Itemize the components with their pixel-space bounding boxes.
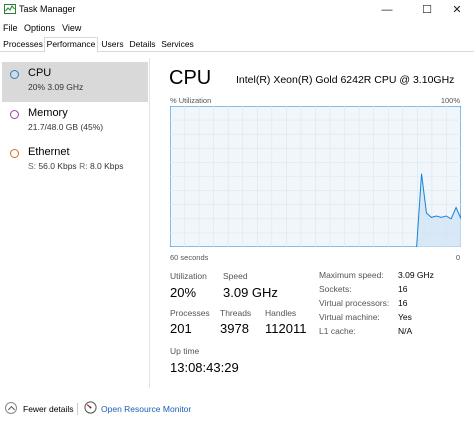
utilization-value: 20% <box>170 285 197 300</box>
menu-options[interactable]: Options <box>24 23 55 33</box>
time-axis-end-label: 0 <box>455 253 460 262</box>
l1-cache-label: L1 cache: <box>319 326 356 336</box>
cpu-model-name: Intel(R) Xeon(R) Gold 6242R CPU @ 3.10GH… <box>236 74 455 86</box>
cpu-panel: CPU Intel(R) Xeon(R) Gold 6242R CPU @ 3.… <box>160 58 470 388</box>
virtual-machine-value: Yes <box>398 312 412 322</box>
fewer-details-link[interactable]: Fewer details <box>23 404 74 414</box>
open-resource-monitor-link[interactable]: Open Resource Monitor <box>101 404 191 414</box>
tab-services[interactable]: Services <box>159 38 196 52</box>
virtual-processors-label: Virtual processors: <box>319 298 390 308</box>
sidebar-item-ethernet[interactable]: Ethernet S: 56.0 Kbps R: 8.0 Kbps <box>2 141 148 181</box>
resource-sidebar: CPU 20% 3.09 GHz Memory 21.7/48.0 GB (45… <box>0 58 150 388</box>
sidebar-item-summary: 21.7/48.0 GB (45%) <box>28 122 104 132</box>
chevron-up-icon[interactable] <box>5 402 17 414</box>
maximize-button[interactable]: ☐ <box>410 0 444 20</box>
tab-details[interactable]: Details <box>127 38 158 52</box>
sidebar-item-label: Memory <box>28 107 68 119</box>
virtual-processors-value: 16 <box>398 298 408 308</box>
receive-rate: 8.0 Kbps <box>89 161 124 171</box>
sidebar-item-summary: S: 56.0 Kbps R: 8.0 Kbps <box>28 161 124 171</box>
handles-value: 112011 <box>265 321 307 336</box>
task-manager-icon <box>4 4 16 14</box>
title-bar: Task Manager — ☐ ✕ <box>0 0 474 20</box>
tab-performance[interactable]: Performance <box>44 37 98 53</box>
menu-view[interactable]: View <box>62 23 81 33</box>
tab-users[interactable]: Users <box>99 38 126 52</box>
minimize-button[interactable]: — <box>370 0 404 20</box>
page-title: CPU <box>169 67 212 89</box>
uptime-label: Up time <box>170 346 200 356</box>
cpu-indicator-icon <box>10 70 19 79</box>
resource-monitor-icon[interactable] <box>84 401 97 414</box>
menu-bar: File Options View <box>0 20 474 36</box>
tab-strip: Processes Performance Users Details Serv… <box>0 37 474 53</box>
send-label: S: <box>28 161 37 171</box>
time-axis-start-label: 60 seconds <box>170 253 209 262</box>
cpu-utilization-graph <box>170 106 461 247</box>
processes-value: 201 <box>170 321 192 336</box>
processes-label: Processes <box>170 308 210 318</box>
window-title: Task Manager <box>19 4 76 14</box>
memory-indicator-icon <box>10 110 19 119</box>
utilization-axis-label: % Utilization <box>170 96 212 105</box>
speed-label: Speed <box>223 271 248 281</box>
receive-label: R: <box>79 161 88 171</box>
threads-label: Threads <box>220 308 252 318</box>
utilization-max-label: 100% <box>440 96 460 105</box>
max-speed-label: Maximum speed: <box>319 270 384 280</box>
uptime-value: 13:08:43:29 <box>170 360 239 375</box>
sidebar-item-label: CPU <box>28 67 52 79</box>
ethernet-indicator-icon <box>10 149 19 158</box>
max-speed-value: 3.09 GHz <box>398 270 434 280</box>
sidebar-item-summary: 20% 3.09 GHz <box>28 82 84 92</box>
virtual-machine-label: Virtual machine: <box>319 312 380 322</box>
tab-processes[interactable]: Processes <box>2 38 44 52</box>
sockets-label: Sockets: <box>319 284 352 294</box>
close-button[interactable]: ✕ <box>440 0 474 20</box>
sidebar-item-cpu[interactable]: CPU 20% 3.09 GHz <box>2 62 148 102</box>
menu-file[interactable]: File <box>3 23 18 33</box>
utilization-label: Utilization <box>170 271 207 281</box>
footer-divider <box>77 403 78 415</box>
sidebar-item-memory[interactable]: Memory 21.7/48.0 GB (45%) <box>2 102 148 142</box>
footer-bar: Fewer details Open Resource Monitor <box>0 388 474 424</box>
send-rate: 56.0 Kbps <box>38 161 77 171</box>
handles-label: Handles <box>265 308 297 318</box>
sidebar-item-label: Ethernet <box>28 146 70 158</box>
l1-cache-value: N/A <box>398 326 413 336</box>
threads-value: 3978 <box>220 321 249 336</box>
speed-value: 3.09 GHz <box>223 285 278 300</box>
sockets-value: 16 <box>398 284 408 294</box>
